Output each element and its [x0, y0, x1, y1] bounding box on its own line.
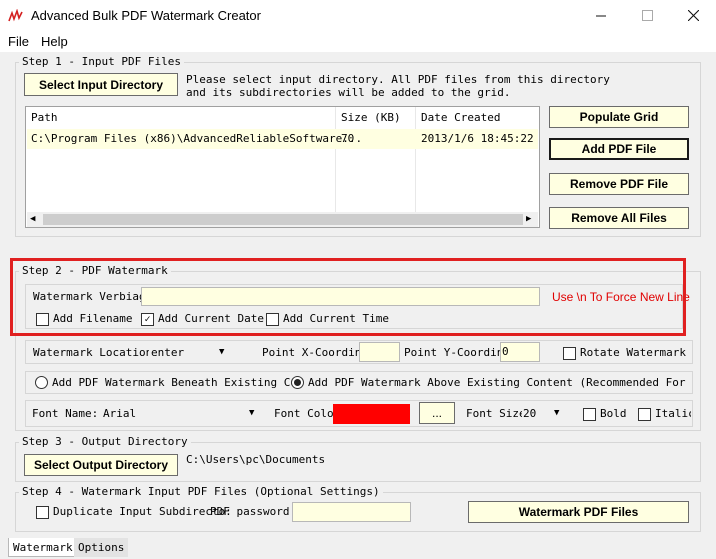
watermark-location-dropdown[interactable]: enter ▼: [149, 343, 232, 361]
output-path: C:\Users\pc\Documents: [186, 453, 326, 466]
pdf-password-label: PDF password:: [210, 505, 297, 518]
beneath-content-label: Add PDF Watermark Beneath Existing Conte: [52, 376, 292, 389]
bold-label: Bold: [600, 407, 627, 420]
font-name-label: Font Name:: [32, 407, 99, 420]
menu-help[interactable]: Help: [41, 34, 68, 49]
maximize-button[interactable]: [624, 0, 670, 31]
scroll-right-icon[interactable]: ▶: [526, 214, 531, 224]
radio-selected-dot: [294, 379, 301, 386]
minimize-button[interactable]: [578, 0, 624, 31]
window-title: Advanced Bulk PDF Watermark Creator: [31, 8, 261, 23]
grid-cell-size: 70: [341, 132, 355, 145]
italic-checkbox[interactable]: [638, 408, 651, 421]
minimize-icon: [595, 15, 606, 17]
point-y-input[interactable]: 0: [500, 342, 540, 362]
chevron-down-icon: ▼: [249, 408, 255, 418]
location-value: enter: [151, 346, 185, 359]
scrollbar-thumb[interactable]: [43, 214, 523, 225]
add-pdf-file-button[interactable]: Add PDF File: [549, 138, 689, 160]
remove-pdf-file-button[interactable]: Remove PDF File: [549, 173, 689, 195]
above-content-label: Add PDF Watermark Above Existing Content…: [308, 376, 691, 389]
select-input-directory-button[interactable]: Select Input Directory: [24, 73, 178, 96]
remove-all-files-button[interactable]: Remove All Files: [549, 207, 689, 229]
grid-column-divider: [415, 107, 416, 213]
point-x-input[interactable]: [359, 342, 400, 362]
grid-cell-date: 2013/1/6 18:45:22: [421, 132, 534, 145]
rotate-watermark-label: Rotate Watermark: [580, 346, 686, 359]
menu-bar: File Help: [0, 31, 716, 52]
chevron-down-icon: ▼: [219, 347, 225, 357]
point-y-label: Point Y-Coordina: [404, 346, 510, 359]
close-button[interactable]: [670, 0, 716, 31]
bottom-tab-strip: Watermark Options: [0, 538, 716, 559]
grid-header-size[interactable]: Size (KB): [341, 111, 401, 124]
select-output-directory-button[interactable]: Select Output Directory: [24, 454, 178, 476]
duplicate-subdirectory-label: Duplicate Input Subdirecto:: [53, 505, 232, 518]
location-label: Watermark Location:: [33, 346, 159, 359]
tab-options[interactable]: Options: [74, 538, 129, 557]
maximize-icon: [641, 10, 653, 21]
rotate-watermark-checkbox[interactable]: [563, 347, 576, 360]
step1-title: Step 1 - Input PDF Files: [19, 55, 184, 68]
populate-grid-button[interactable]: Populate Grid: [549, 106, 689, 128]
horizontal-scrollbar[interactable]: ◀ ▶: [27, 212, 538, 227]
font-color-label: Font Color: [274, 407, 341, 420]
color-picker-button[interactable]: ...: [419, 402, 455, 424]
above-content-radio[interactable]: [291, 376, 304, 389]
menu-file[interactable]: File: [8, 34, 29, 49]
italic-label: Italic: [655, 407, 691, 420]
tab-watermark[interactable]: Watermark: [8, 538, 78, 557]
table-row[interactable]: C:\Program Files (x86)\AdvancedReliableS…: [27, 129, 538, 149]
step4-title: Step 4 - Watermark Input PDF Files (Opti…: [19, 485, 383, 498]
title-bar: Advanced Bulk PDF Watermark Creator: [0, 0, 716, 31]
font-name-dropdown[interactable]: Arial ▼: [100, 404, 263, 423]
font-size-dropdown[interactable]: 20 ▼: [522, 404, 566, 423]
scroll-left-icon[interactable]: ◀: [30, 214, 35, 224]
grid-cell-path: C:\Program Files (x86)\AdvancedReliableS…: [31, 132, 363, 145]
beneath-content-radio[interactable]: [35, 376, 48, 389]
grid-header-path[interactable]: Path: [31, 111, 58, 124]
grid-column-divider: [335, 107, 336, 213]
font-size-value: 20: [523, 407, 537, 420]
font-color-swatch[interactable]: [333, 404, 410, 424]
highlight-frame: [10, 258, 686, 336]
duplicate-subdirectory-checkbox[interactable]: [36, 506, 49, 519]
pdf-password-input[interactable]: [292, 502, 411, 522]
step3-title: Step 3 - Output Directory: [19, 435, 191, 448]
close-icon: [687, 10, 699, 21]
files-grid[interactable]: Path Size (KB) Date Created C:\Program F…: [25, 106, 540, 228]
bold-checkbox[interactable]: [583, 408, 596, 421]
app-logo-icon: [8, 9, 23, 22]
font-size-label: Font Size: [466, 407, 526, 420]
chevron-down-icon: ▼: [554, 408, 560, 418]
font-name-value: Arial: [103, 407, 137, 420]
grid-header-date[interactable]: Date Created: [421, 111, 500, 124]
step1-instructions: Please select input directory. All PDF f…: [186, 73, 610, 99]
watermark-pdf-files-button[interactable]: Watermark PDF Files: [468, 501, 689, 523]
